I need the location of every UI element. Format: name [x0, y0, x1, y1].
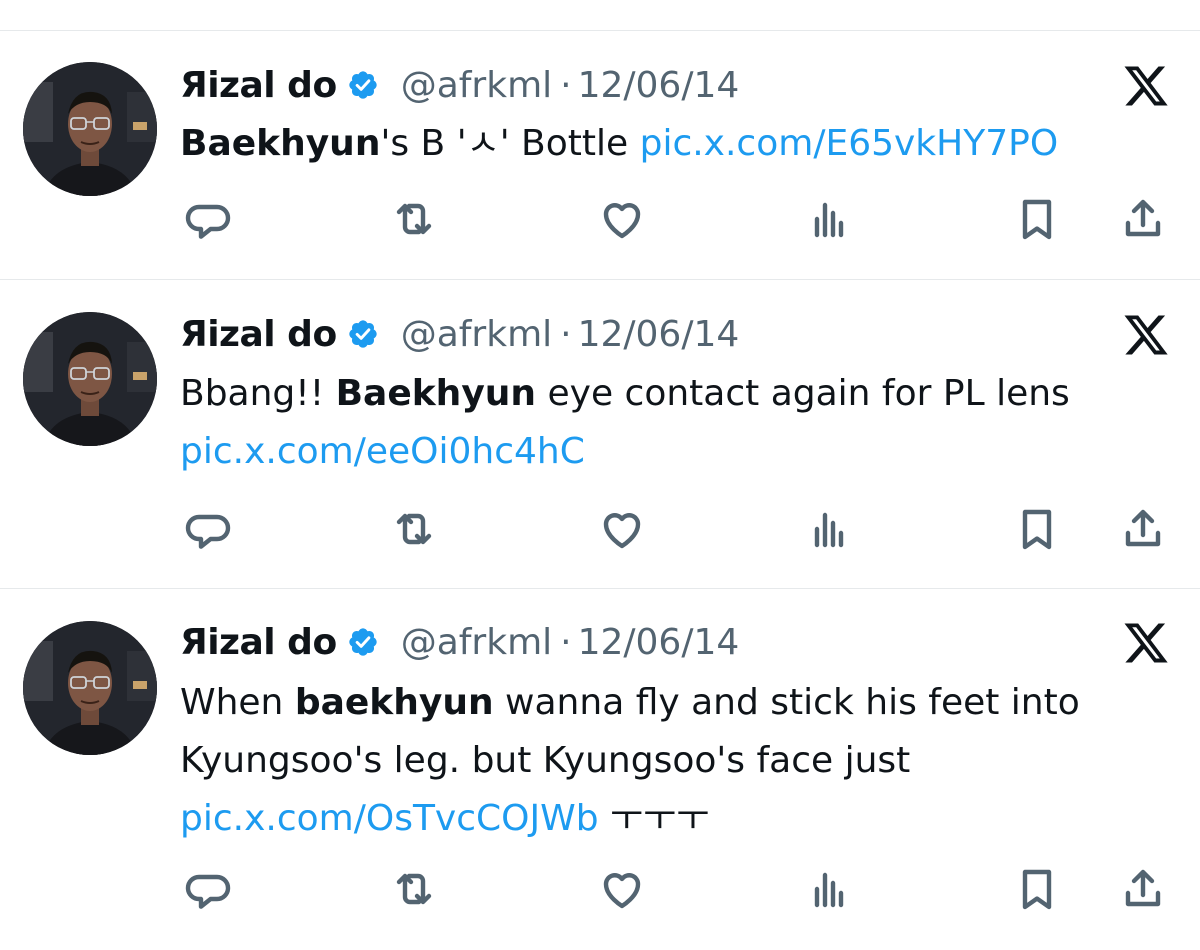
media-link[interactable]: pic.x.com/E65vkHY7PO: [640, 123, 1059, 164]
tweet-line: When baekhyun wanna fly and stick his fe…: [180, 674, 1180, 732]
avatar[interactable]: [23, 621, 157, 755]
tweet-line: pic.x.com/OsTvcCOJWb ㅜㅜㅜ: [180, 790, 1180, 848]
verified-badge-icon: [349, 320, 377, 348]
views-icon[interactable]: [805, 865, 853, 913]
verified-badge-icon: [349, 628, 377, 656]
verified-badge-icon: [349, 71, 377, 99]
tweet-line: Kyungsoo's leg. but Kyungsoo's face just: [180, 732, 1180, 790]
bookmark-icon[interactable]: [1013, 505, 1061, 553]
tweet-line: Bbang!! Baekhyun eye contact again for P…: [180, 365, 1180, 423]
avatar[interactable]: [23, 62, 157, 196]
media-link[interactable]: pic.x.com/eeOi0hc4hC: [180, 431, 585, 472]
divider: [0, 588, 1200, 589]
separator-dot: ·: [560, 621, 572, 663]
author-name[interactable]: Яizal do: [180, 65, 337, 106]
tweet-text-span: Bbang!!: [180, 373, 336, 414]
bookmark-icon[interactable]: [1013, 195, 1061, 243]
tweet-actions: [0, 195, 1200, 243]
tweet-text-span: Kyungsoo's leg. but Kyungsoo's face just: [180, 740, 911, 781]
tweet-bold-word: Baekhyun: [335, 373, 537, 414]
tweet-bold-word: baekhyun: [294, 682, 494, 723]
author-name[interactable]: Яizal do: [180, 314, 337, 355]
tweet-line: pic.x.com/eeOi0hc4hC: [180, 423, 1180, 481]
reply-icon[interactable]: [185, 505, 233, 553]
x-logo-icon: [1124, 623, 1168, 663]
like-icon[interactable]: [598, 195, 646, 243]
separator-dot: ·: [560, 313, 572, 355]
author-handle[interactable]: @afrkml: [401, 65, 552, 106]
x-logo-icon: [1124, 315, 1168, 355]
author-name[interactable]: Яizal do: [180, 622, 337, 663]
tweet-header: Яizal do @afrkml · 12/06/14: [180, 311, 739, 357]
share-icon[interactable]: [1119, 505, 1167, 553]
reply-icon[interactable]: [185, 195, 233, 243]
media-link[interactable]: pic.x.com/OsTvcCOJWb: [180, 798, 599, 839]
tweet-bold-word: Baekhyun: [180, 123, 381, 164]
tweet-text-span: 's B 'ㅅ' Bottle: [380, 123, 640, 164]
views-icon[interactable]: [805, 195, 853, 243]
tweet-text: Bbang!! Baekhyun eye contact again for P…: [180, 365, 1180, 481]
author-handle[interactable]: @afrkml: [401, 622, 552, 663]
tweet-header: Яizal do @afrkml · 12/06/14: [180, 619, 739, 665]
separator-dot: ·: [560, 64, 572, 106]
retweet-icon[interactable]: [390, 195, 438, 243]
tweet-date[interactable]: 12/06/14: [578, 622, 740, 663]
tweet-text: When baekhyun wanna fly and stick his fe…: [180, 674, 1180, 848]
tweet-actions: [0, 865, 1200, 913]
divider: [0, 279, 1200, 280]
tweet-text-span: When: [180, 682, 295, 723]
tweet-line: Baekhyun's B 'ㅅ' Bottle pic.x.com/E65vkH…: [180, 115, 1180, 173]
tweet-actions: [0, 505, 1200, 553]
tweet-text-span: wanna fly and stick his feet into: [493, 682, 1080, 723]
bookmark-icon[interactable]: [1013, 865, 1061, 913]
divider-top: [0, 30, 1200, 31]
retweet-icon[interactable]: [390, 865, 438, 913]
tweet-header: Яizal do @afrkml · 12/06/14: [180, 62, 739, 108]
author-handle[interactable]: @afrkml: [401, 314, 552, 355]
avatar[interactable]: [23, 312, 157, 446]
tweet-text: Baekhyun's B 'ㅅ' Bottle pic.x.com/E65vkH…: [180, 115, 1180, 173]
tweet-date[interactable]: 12/06/14: [578, 314, 740, 355]
share-icon[interactable]: [1119, 865, 1167, 913]
tweet-text-span: ㅜㅜㅜ: [598, 798, 710, 839]
like-icon[interactable]: [598, 505, 646, 553]
tweet-date[interactable]: 12/06/14: [578, 65, 740, 106]
share-icon[interactable]: [1119, 195, 1167, 243]
like-icon[interactable]: [598, 865, 646, 913]
reply-icon[interactable]: [185, 865, 233, 913]
views-icon[interactable]: [805, 505, 853, 553]
tweet-text-span: eye contact again for PL lens: [536, 373, 1070, 414]
x-logo-icon: [1124, 66, 1168, 106]
retweet-icon[interactable]: [390, 505, 438, 553]
